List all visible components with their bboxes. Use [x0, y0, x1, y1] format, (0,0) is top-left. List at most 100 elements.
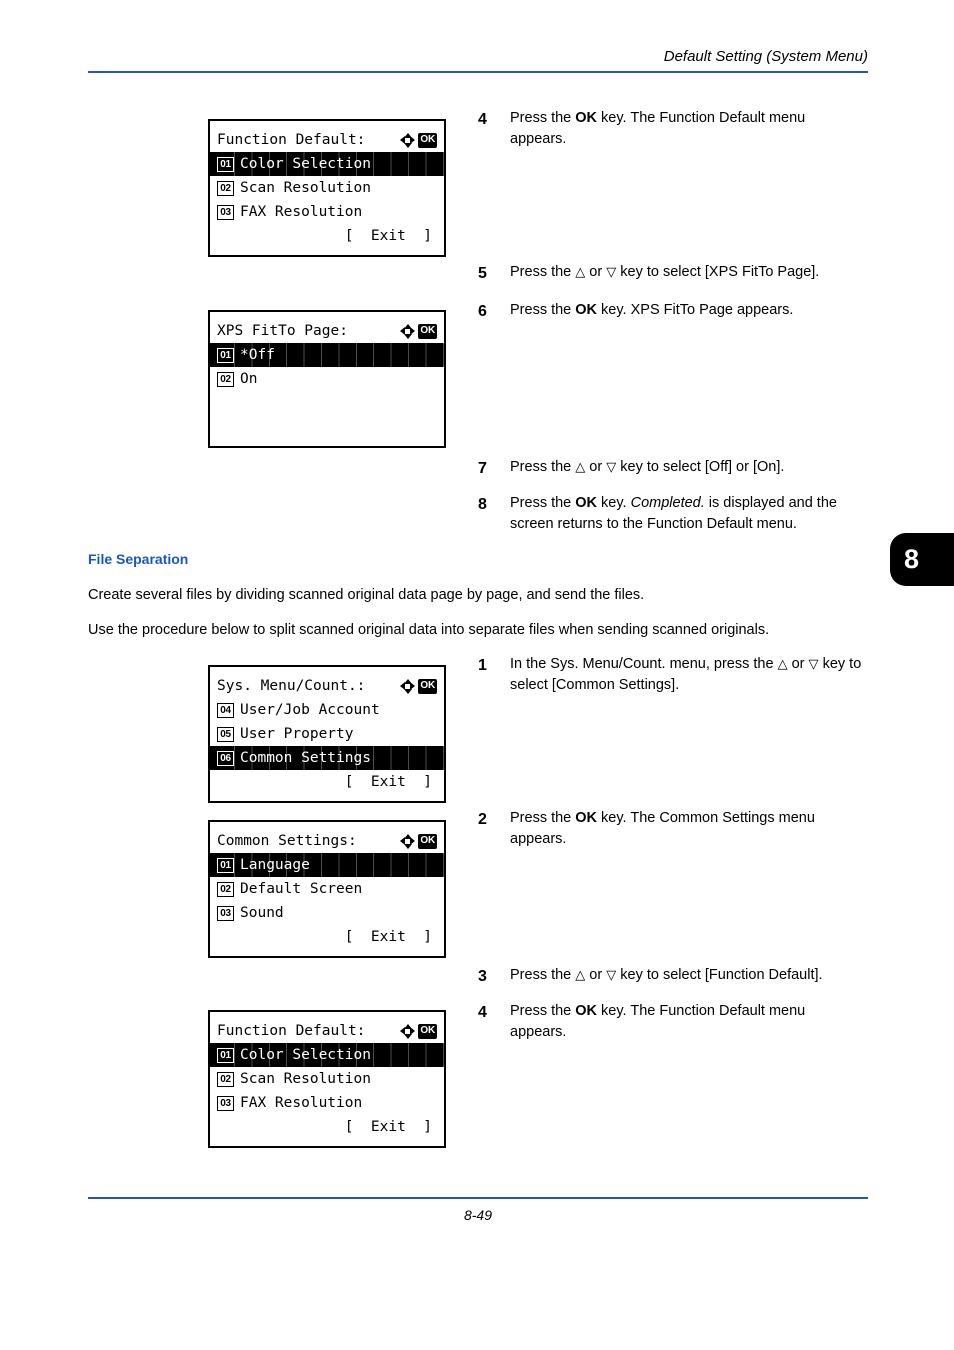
step-7: 7 Press the △ or ▽ key to select [Off] or… [478, 457, 862, 480]
lcd-exit-button[interactable]: [ Exit ] [210, 224, 444, 248]
lcd-menu-item[interactable]: 02 Default Screen [210, 877, 444, 901]
lcd-title-text: XPS FitTo Page: [217, 323, 348, 339]
lcd-title-icon-group: OK [400, 1023, 437, 1039]
step-text-run: Press the [510, 1003, 576, 1019]
ok-key-label: OK [575, 1003, 598, 1019]
lcd-item-number-badge: 04 [217, 702, 234, 718]
lcd-item-label: Color Selection [240, 1047, 371, 1063]
step-text-run: Press the [510, 110, 576, 126]
step-text-run: key to select [Function Default]. [616, 967, 823, 983]
step-number: 4 [478, 111, 487, 128]
ok-key-icon: OK [418, 833, 437, 849]
down-arrow-icon: ▽ [808, 657, 819, 672]
lcd-item-label: On [240, 371, 258, 387]
step-text-run: Press the [510, 264, 576, 280]
step-number: 1 [478, 657, 487, 674]
lcd-menu-item[interactable]: 01 Language [210, 853, 444, 877]
step-8: 8 Press the OK key. Completed. is display… [478, 493, 862, 535]
step-text-run: Press the [510, 810, 576, 826]
lcd-blank-row [210, 415, 444, 439]
lcd-exit-button[interactable]: [ Exit ] [210, 925, 444, 949]
lcd-title-row: XPS FitTo Page: OK [210, 319, 444, 343]
lcd-item-label: FAX Resolution [240, 1095, 363, 1111]
lcd-title-row: Common Settings: OK [210, 829, 444, 853]
lcd-item-number-badge: 03 [217, 204, 234, 220]
ok-key-icon: OK [418, 323, 437, 339]
step-text: Press the OK key. The Function Default m… [510, 108, 862, 150]
lcd-exit-label: [ Exit ] [344, 228, 432, 244]
lcd-exit-label: [ Exit ] [344, 774, 432, 790]
chapter-tab-number: 8 [904, 544, 920, 574]
lcd-menu-item[interactable]: 05 User Property [210, 722, 444, 746]
step-number: 4 [478, 1004, 487, 1021]
lcd-item-number-badge: 01 [217, 1047, 234, 1063]
step-text-run: key to select [XPS FitTo Page]. [616, 264, 820, 280]
ok-key-label: OK [575, 495, 598, 511]
footer-page-number: 8-49 [463, 1207, 493, 1223]
four-way-arrow-icon [400, 833, 416, 849]
step-text: Press the OK key. XPS FitTo Page appears… [510, 300, 862, 321]
up-arrow-icon: △ [575, 265, 586, 280]
step-text-run: Press the [510, 459, 576, 475]
up-arrow-icon: △ [575, 968, 586, 983]
step-1-lower: 1 In the Sys. Menu/Count. menu, press the… [478, 654, 862, 696]
step-text-run: Press the [510, 495, 576, 511]
lcd-exit-button[interactable]: [ Exit ] [210, 1115, 444, 1139]
step-text-run: key. XPS FitTo Page appears. [597, 302, 794, 318]
lcd-exit-label: [ Exit ] [344, 1119, 432, 1135]
step-5: 5 Press the △ or ▽ key to select [XPS Fit… [478, 262, 862, 285]
lcd-title-row: Function Default: OK [210, 1019, 444, 1043]
step-text: Press the OK key. Completed. is displaye… [510, 493, 862, 535]
lcd-title-icon-group: OK [400, 132, 437, 148]
step-2-lower: 2 Press the OK key. The Common Settings m… [478, 808, 862, 850]
lcd-menu-item[interactable]: 04 User/Job Account [210, 698, 444, 722]
lcd-title-text: Function Default: [217, 132, 366, 148]
lcd-item-label: Color Selection [240, 156, 371, 172]
step-number: 7 [478, 460, 487, 477]
four-way-arrow-icon [400, 323, 416, 339]
step-4-upper: 4 Press the OK key. The Function Default … [478, 108, 862, 150]
step-number: 2 [478, 811, 487, 828]
lcd-title-icon-group: OK [400, 833, 437, 849]
step-text: Press the OK key. The Common Settings me… [510, 808, 862, 850]
lcd-item-number-badge: 01 [217, 857, 234, 873]
lcd-menu-item[interactable]: 03 FAX Resolution [210, 1091, 444, 1115]
up-arrow-icon: △ [575, 460, 586, 475]
lcd-menu-item[interactable]: 02 On [210, 367, 444, 391]
step-text: Press the △ or ▽ key to select [XPS FitT… [510, 262, 862, 283]
lcd-menu-item[interactable]: 06 Common Settings [210, 746, 444, 770]
step-text-run: or [585, 459, 607, 475]
lcd-menu-item[interactable]: 03 Sound [210, 901, 444, 925]
lcd-item-number-badge: 02 [217, 180, 234, 196]
lcd-menu-item[interactable]: 01 Color Selection [210, 1043, 444, 1067]
down-arrow-icon: ▽ [606, 968, 617, 983]
lcd-title-row: Function Default: OK [210, 128, 444, 152]
step-number: 8 [478, 496, 487, 513]
page-header-title: Default Setting (System Menu) [663, 48, 868, 65]
lcd-blank-row [210, 391, 444, 415]
step-text-run: or [787, 656, 809, 672]
four-way-arrow-icon [400, 678, 416, 694]
lcd-menu-item[interactable]: 01 *Off [210, 343, 444, 367]
lcd-panel-function-default-bottom: Function Default: OK 01 Color Selection 02 Sc… [208, 1010, 446, 1148]
lcd-menu-item[interactable]: 02 Scan Resolution [210, 1067, 444, 1091]
lcd-item-label: Scan Resolution [240, 1071, 371, 1087]
lcd-title-text: Function Default: [217, 1023, 366, 1039]
ok-key-icon: OK [418, 678, 437, 694]
lcd-item-number-badge: 06 [217, 750, 234, 766]
lcd-title-icon-group: OK [400, 678, 437, 694]
step-text-run: or [585, 264, 607, 280]
lcd-exit-button[interactable]: [ Exit ] [210, 770, 444, 794]
lcd-menu-item[interactable]: 02 Scan Resolution [210, 176, 444, 200]
step-3-lower: 3 Press the △ or ▽ key to select [Functio… [478, 965, 862, 988]
down-arrow-icon: ▽ [606, 265, 617, 280]
step-number: 6 [478, 303, 487, 320]
lcd-item-number-badge: 03 [217, 1095, 234, 1111]
step-text-run: In the Sys. Menu/Count. menu, press the [510, 656, 778, 672]
section-paragraph-2: Use the procedure below to split scanned… [88, 622, 770, 638]
ok-key-label: OK [575, 110, 598, 126]
lcd-menu-item[interactable]: 03 FAX Resolution [210, 200, 444, 224]
lcd-item-number-badge: 05 [217, 726, 234, 742]
section-paragraph-1: Create several files by dividing scanned… [88, 587, 645, 603]
lcd-menu-item[interactable]: 01 Color Selection [210, 152, 444, 176]
